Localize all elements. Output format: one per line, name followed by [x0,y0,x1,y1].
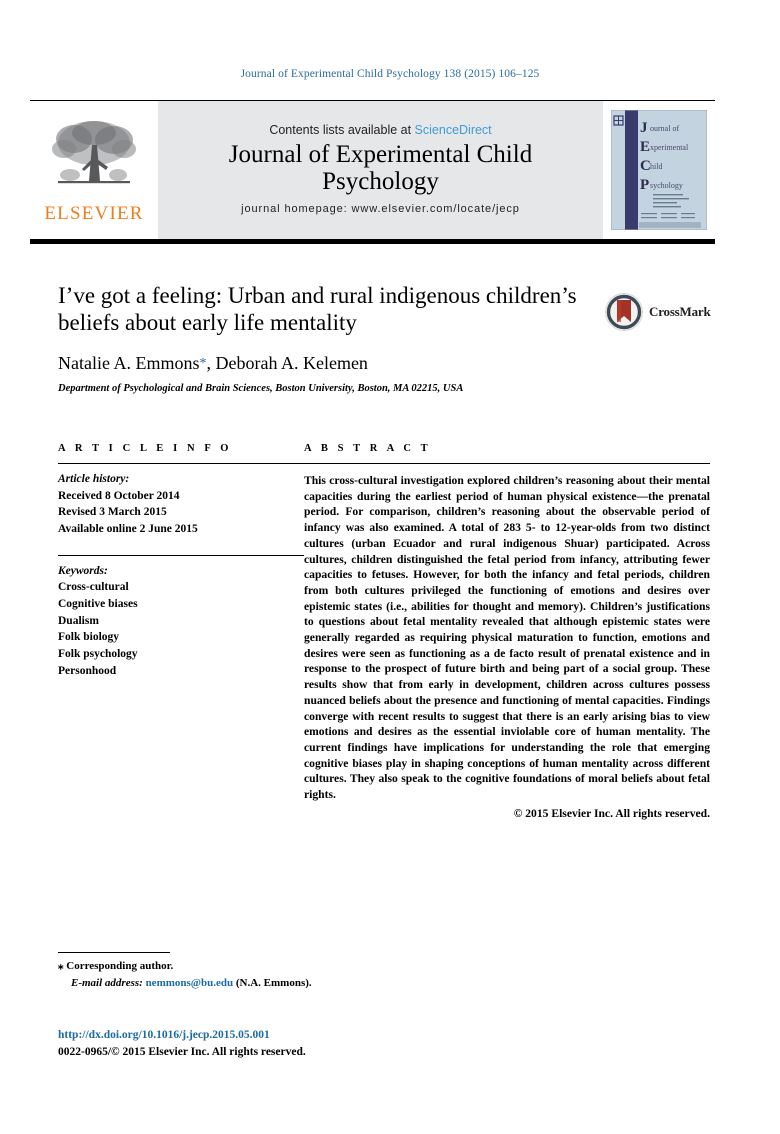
running-head: Journal of Experimental Child Psychology… [240,68,540,80]
abstract-text: This cross-cultural investigation explor… [304,474,710,802]
abstract-column: A B S T R A C T This cross-cultural inve… [304,443,710,820]
article-history-group: Article history: Received 8 October 2014… [58,464,304,538]
history-revised: Revised 3 March 2015 [58,506,167,519]
email-label: E-mail address: [71,976,143,989]
footnote-rule [58,952,170,953]
history-available-online: Available online 2 June 2015 [58,523,198,536]
title-block: I’ve got a feeling: Urban and rural indi… [58,282,598,394]
contents-prefix: Contents lists available at [269,123,415,138]
article-info-heading: A R T I C L E I N F O [58,443,233,454]
crossmark-icon [605,293,643,331]
abstract-copyright: © 2015 Elsevier Inc. All rights reserved… [513,806,710,820]
svg-text:sychology: sychology [650,181,683,190]
journal-cover-block: J E C P ournal of xperimental hild sycho… [603,100,715,240]
keyword-item: Cross-cultural [58,581,129,594]
footnote-marker: ⁎ [58,960,64,972]
journal-title-line-2: Psychology [322,168,439,195]
journal-homepage-link[interactable]: journal homepage: www.elsevier.com/locat… [241,203,520,215]
article-info-column: A R T I C L E I N F O Article history: R… [58,443,304,820]
contents-available-line: Contents lists available at ScienceDirec… [269,123,491,137]
keyword-item: Dualism [58,614,99,627]
svg-text:xperimental: xperimental [650,143,689,152]
doi-link[interactable]: http://dx.doi.org/10.1016/j.jecp.2015.05… [58,1027,498,1044]
svg-text:hild: hild [650,162,662,171]
elsevier-tree-icon [52,121,136,184]
journal-title: Journal of Experimental Child Psychology [228,141,533,196]
masthead-banner: Contents lists available at ScienceDirec… [158,100,603,240]
author-affiliation: Department of Psychological and Brain Sc… [58,383,464,395]
keyword-item: Cognitive biases [58,598,138,611]
email-attribution: (N.A. Emmons). [235,976,312,989]
elsevier-logo-block: ELSEVIER [30,100,158,240]
svg-text:E: E [640,139,650,155]
keyword-item: Folk biology [58,631,120,644]
journal-masthead: ELSEVIER Contents lists available at Sci… [30,100,715,240]
page-title: I’ve got a feeling: Urban and rural indi… [58,283,577,336]
svg-text:P: P [640,177,649,193]
elsevier-wordmark: ELSEVIER [44,203,144,224]
author-primary: Natalie A. Emmons [58,353,200,374]
corresponding-author-text: Corresponding author. [66,960,174,972]
svg-text:ournal of: ournal of [650,124,679,133]
email-footnote: E-mail address: nemmons@bu.edu (N.A. Emm… [58,975,478,992]
crossmark-badge[interactable]: CrossMark [604,290,712,334]
corresponding-author-footnote: ⁎ Corresponding author. [58,958,478,975]
svg-text:J: J [640,120,648,136]
masthead-bottom-rule [30,240,715,244]
info-abstract-columns: A R T I C L E I N F O Article history: R… [58,443,710,820]
journal-title-line-1: Journal of Experimental Child [228,141,533,169]
article-history-label: Article history: [58,473,130,485]
footer-doi-block: http://dx.doi.org/10.1016/j.jecp.2015.05… [58,1027,498,1062]
keywords-group: Keywords: Cross-cultural Cognitive biase… [58,554,304,680]
footnotes: ⁎ Corresponding author. E-mail address: … [58,958,478,991]
journal-cover-thumbnail: J E C P ournal of xperimental hild sycho… [611,110,707,230]
article-first-page: Journal of Experimental Child Psychology… [0,0,780,1134]
keyword-item: Folk psychology [58,648,138,661]
issn-copyright: 0022-0965/© 2015 Elsevier Inc. All right… [58,1046,306,1059]
keyword-item: Personhood [58,664,117,677]
keywords-label: Keywords: [58,564,108,577]
author-secondary: , Deborah A. Kelemen [206,353,368,374]
author-list: Natalie A. Emmons*, Deborah A. Kelemen [58,353,598,374]
abstract-heading: A B S T R A C T [304,443,432,454]
sciencedirect-link[interactable]: ScienceDirect [415,123,492,137]
email-link[interactable]: nemmons@bu.edu [146,977,234,989]
history-received: Received 8 October 2014 [58,489,180,502]
crossmark-label: CrossMark [649,304,711,319]
